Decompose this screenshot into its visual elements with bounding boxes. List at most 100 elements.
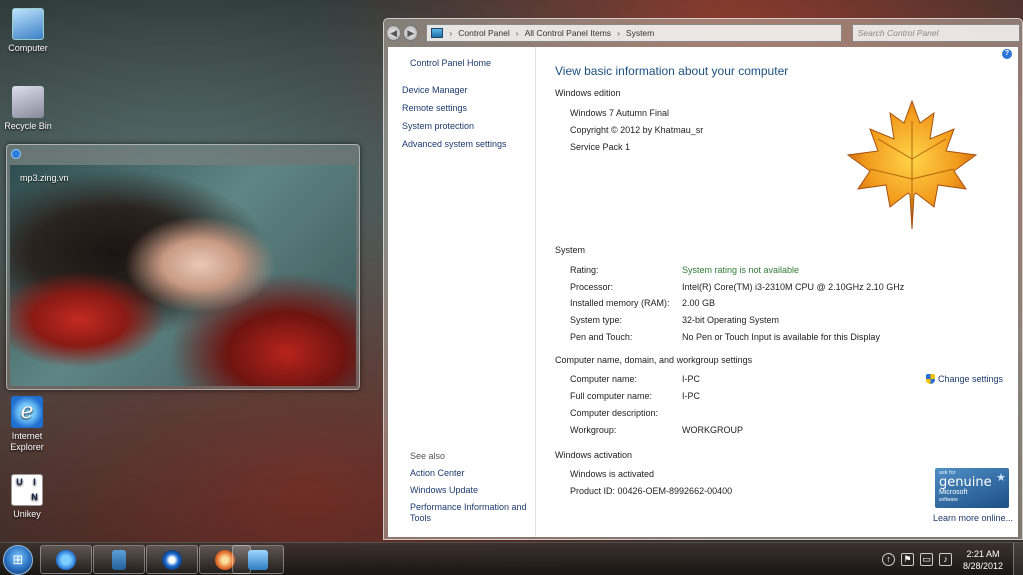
taskbar-media-player-button[interactable] [146, 545, 198, 574]
workgroup-value: WORKGROUP [682, 425, 744, 435]
badge-text: software [939, 497, 958, 503]
internet-explorer-icon [56, 549, 76, 570]
edition-copyright: Copyright © 2012 by Khatmau_sr [570, 125, 704, 135]
unikey-letter: I [33, 477, 36, 487]
desktop-icon-label: Internet Explorer [10, 431, 44, 452]
clock-date: 8/28/2012 [962, 560, 1003, 571]
unikey-letter [12, 490, 27, 505]
taskbar: ⊞ ↑ ⚑ ▭ ♪ 2:21 AM 8/28/2012 [0, 542, 1023, 575]
arrow-up-icon[interactable]: ↑ [881, 553, 895, 566]
taskbar-control-panel-button[interactable] [232, 545, 284, 574]
action-center-flag-icon[interactable]: ⚑ [900, 553, 914, 566]
link-windows-update[interactable]: Windows Update [410, 485, 532, 496]
desktop-icon-computer[interactable]: Computer [0, 8, 58, 53]
section-windows-edition: Windows edition [555, 88, 621, 98]
desktop-icon-recycle-bin[interactable]: Recycle Bin [0, 86, 58, 131]
info-label: Processor: [570, 282, 614, 292]
section-system: System [555, 245, 585, 255]
desktop-icon-label: Computer [8, 43, 48, 53]
change-settings-link[interactable]: Change settings [926, 374, 1003, 384]
chevron-right-icon[interactable]: › [617, 28, 620, 38]
recycle-bin-icon [12, 86, 44, 118]
control-panel-home-link[interactable]: Control Panel Home [410, 58, 491, 68]
link-action-center[interactable]: Action Center [410, 468, 532, 479]
task-link-system-protection[interactable]: System protection [396, 121, 474, 131]
forward-button[interactable]: ▶ [403, 25, 419, 41]
system-tray: ↑ ⚑ ▭ ♪ 2:21 AM 8/28/2012 [879, 543, 1023, 575]
volume-icon[interactable]: ♪ [938, 553, 952, 566]
task-link-device-manager[interactable]: Device Manager [396, 85, 468, 95]
clock[interactable]: 2:21 AM 8/28/2012 [963, 548, 1003, 572]
clock-time: 2:21 AM [966, 548, 1000, 559]
task-link-label: Remote settings [402, 103, 468, 113]
address-bar[interactable]: › Control Panel › All Control Panel Item… [426, 24, 842, 42]
search-input[interactable]: Search Control Panel [851, 24, 1020, 42]
video-watermark: mp3.zing.vn [20, 173, 69, 183]
unikey-icon: U I N [11, 474, 43, 506]
content-area: Control Panel Home Device Manager Remote… [388, 47, 1018, 537]
taskbar-ie-button[interactable] [40, 545, 92, 574]
info-label: System type: [570, 315, 623, 325]
memory-value: 2.00 GB [682, 298, 716, 308]
breadcrumb-all-items[interactable]: All Control Panel Items [525, 28, 611, 38]
badge-text: genuine [939, 475, 992, 490]
control-panel-icon [431, 28, 444, 38]
task-link-advanced-settings[interactable]: Advanced system settings [396, 139, 507, 149]
media-player-icon [11, 149, 21, 159]
rating-link[interactable]: System rating is not available [682, 265, 799, 275]
computer-name-value: I-PC [682, 374, 700, 384]
info-label: Pen and Touch: [570, 332, 633, 342]
control-panel-icon [248, 549, 268, 570]
chevron-right-icon: › [449, 28, 453, 38]
genuine-microsoft-badge[interactable]: ★ ask for genuine Microsoft software [935, 468, 1009, 508]
system-type-value: 32-bit Operating System [682, 315, 780, 325]
computer-icon [12, 8, 44, 40]
media-player-window[interactable]: mp3.zing.vn [6, 144, 360, 390]
desktop-icon-label: Unikey [13, 509, 41, 519]
section-heading: Windows activation [555, 450, 633, 460]
info-label: Computer name: [570, 374, 638, 384]
section-heading: Windows edition [555, 88, 621, 98]
file-explorer-icon [112, 549, 126, 570]
system-info-panel: View basic information about your comput… [555, 47, 1018, 537]
show-desktop-button[interactable] [1013, 543, 1023, 575]
maple-leaf-logo [846, 99, 978, 230]
change-settings-label: Change settings [938, 374, 1004, 384]
media-player-icon [162, 549, 182, 570]
info-label: Workgroup: [570, 425, 617, 435]
section-heading: Computer name, domain, and workgroup set… [555, 355, 753, 365]
badge-text: Microsoft [939, 489, 968, 496]
full-name-value: I-PC [682, 391, 700, 401]
task-link-remote-settings[interactable]: Remote settings [396, 103, 467, 113]
pen-touch-value: No Pen or Touch Input is available for t… [682, 332, 880, 342]
info-label: Installed memory (RAM): [570, 298, 670, 308]
navigation-bar: ◀ ▶ › Control Panel › All Control Panel … [386, 22, 1020, 44]
desktop-icon-unikey[interactable]: U I N Unikey [0, 474, 57, 519]
page-title: View basic information about your comput… [555, 64, 789, 78]
player-titlebar[interactable] [7, 145, 359, 163]
section-heading: System [555, 245, 586, 255]
section-computer-name: Computer name, domain, and workgroup set… [555, 355, 752, 365]
task-link-label: System protection [402, 121, 475, 131]
unikey-letter: N [31, 492, 38, 502]
uac-shield-icon [926, 374, 935, 384]
learn-more-link[interactable]: Learn more online... [933, 513, 1013, 523]
unikey-letter: U [16, 477, 23, 487]
start-button[interactable]: ⊞ [3, 545, 33, 575]
task-link-label: Device Manager [402, 85, 468, 95]
desktop-icon-internet-explorer[interactable]: e Internet Explorer [0, 396, 57, 453]
info-label: Rating: [570, 265, 599, 275]
network-icon[interactable]: ▭ [919, 553, 933, 566]
breadcrumb-system[interactable]: System [626, 28, 654, 38]
info-label: Full computer name: [570, 391, 653, 401]
internet-explorer-icon: e [11, 396, 43, 428]
link-performance-tools[interactable]: Performance Information and Tools [410, 502, 532, 524]
activation-status: Windows is activated [570, 469, 655, 479]
taskbar-explorer-button[interactable] [93, 545, 145, 574]
edition-service-pack: Service Pack 1 [570, 142, 631, 152]
edition-name: Windows 7 Autumn Final [570, 108, 670, 118]
video-area[interactable]: mp3.zing.vn [10, 165, 356, 386]
chevron-right-icon[interactable]: › [516, 28, 519, 38]
back-button[interactable]: ◀ [386, 25, 402, 41]
breadcrumb-control-panel[interactable]: Control Panel [458, 28, 510, 38]
